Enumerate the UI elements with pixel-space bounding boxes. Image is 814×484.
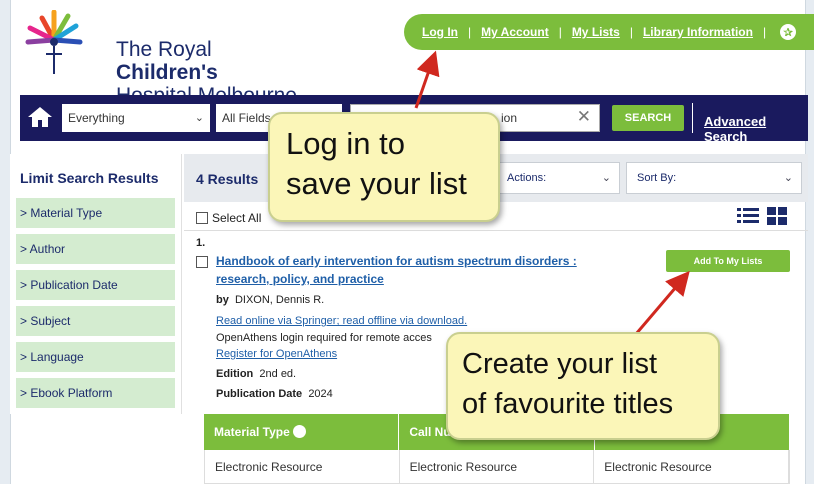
limit-search-sidebar: Limit Search Results > Material Type > A… <box>10 154 182 414</box>
publication-date-line: Publication Date 2024 <box>216 388 333 400</box>
advanced-search-link[interactable]: Advanced Search <box>704 114 808 144</box>
column-header-label: Material Type <box>214 425 290 439</box>
chevron-down-icon: ⌄ <box>194 112 204 124</box>
add-to-my-lists-button[interactable]: Add To My Lists <box>666 250 790 272</box>
chevron-down-icon: ⌄ <box>601 172 611 184</box>
actions-dropdown[interactable]: Actions: ⌄ <box>496 162 620 194</box>
search-scope-select[interactable]: Everything ⌄ <box>62 104 210 132</box>
sort-by-label: Sort By: <box>637 172 677 184</box>
create-list-callout: Create your list of favourite titles <box>446 332 720 440</box>
search-scope-value: Everything <box>68 111 125 125</box>
sort-by-dropdown[interactable]: Sort By: ⌄ <box>626 162 802 194</box>
results-count: 4 Results <box>196 171 259 187</box>
facet-language[interactable]: > Language <box>16 342 175 372</box>
clear-search-icon[interactable]: ✕ <box>577 107 591 127</box>
edition-label: Edition <box>216 368 254 380</box>
table-cell: Electronic Resource <box>400 450 595 483</box>
top-navigation: Log In | My Account | My Lists | Library… <box>404 14 814 50</box>
register-openathens-link[interactable]: Register for OpenAthens <box>216 348 337 360</box>
logo-tree-icon <box>25 9 83 74</box>
sidebar-title: Limit Search Results <box>20 170 159 186</box>
library-logo[interactable]: The Royal Children's Hospital Melbourne <box>24 9 314 107</box>
column-header[interactable]: Material Type <box>204 414 400 450</box>
author-value: DIXON, Dennis R. <box>234 294 325 306</box>
home-icon[interactable] <box>26 105 54 129</box>
facet-subject[interactable]: > Subject <box>16 306 175 336</box>
logo-line1-regular: The Royal <box>116 38 212 61</box>
select-all[interactable]: Select All <box>196 211 261 225</box>
chevron-down-icon: ⌄ <box>783 172 793 184</box>
edition-value: 2nd ed. <box>259 368 297 380</box>
table-row: Electronic Resource Electronic Resource … <box>204 450 790 484</box>
read-online-link[interactable]: Read online via Springer; read offline v… <box>216 315 467 327</box>
edition-line: Edition 2nd ed. <box>216 368 296 380</box>
nav-separator: | <box>558 25 562 39</box>
publication-date-label: Publication Date <box>216 388 303 400</box>
facet-publication-date[interactable]: > Publication Date <box>16 270 175 300</box>
divider <box>692 103 693 133</box>
result-title-link[interactable]: Handbook of early intervention for autis… <box>216 252 606 288</box>
facet-author[interactable]: > Author <box>16 234 175 264</box>
divider <box>184 230 808 231</box>
callout-line: Create your list <box>462 348 658 380</box>
nav-separator: | <box>629 25 633 39</box>
table-cell: Electronic Resource <box>594 450 789 483</box>
actions-label: Actions: <box>507 172 547 184</box>
sort-circle-icon[interactable] <box>293 425 307 438</box>
table-cell: Electronic Resource <box>205 450 400 483</box>
library-information-link[interactable]: Library Information <box>643 25 753 39</box>
callout-line: of favourite titles <box>462 388 674 420</box>
my-lists-link[interactable]: My Lists <box>572 25 620 39</box>
select-all-checkbox[interactable] <box>196 212 208 224</box>
list-view-icon[interactable] <box>737 207 759 225</box>
accessibility-icon[interactable]: ✰ <box>780 24 797 40</box>
nav-separator: | <box>762 25 767 39</box>
callout-line: Log in to <box>286 126 405 161</box>
view-toggle <box>737 207 787 225</box>
select-all-label: Select All <box>212 211 262 225</box>
author-label: by <box>216 294 229 306</box>
search-query-text: ion <box>501 111 518 125</box>
openathens-note: OpenAthens login required for remote acc… <box>216 332 432 344</box>
logo-line1-bold: Children's <box>116 61 218 84</box>
search-field-value: All Fields <box>222 111 271 125</box>
nav-separator: | <box>468 25 472 39</box>
my-account-link[interactable]: My Account <box>481 25 549 39</box>
author-line: by DIXON, Dennis R. <box>216 294 324 306</box>
result-number: 1. <box>196 237 206 249</box>
facet-ebook-platform[interactable]: > Ebook Platform <box>16 378 175 408</box>
search-button[interactable]: SEARCH <box>612 105 684 131</box>
callout-line: save your list <box>286 166 467 201</box>
result-checkbox[interactable] <box>196 256 208 268</box>
login-link[interactable]: Log In <box>422 25 458 39</box>
publication-date-value: 2024 <box>308 388 333 400</box>
login-callout: Log in to save your list <box>268 112 500 222</box>
grid-view-icon[interactable] <box>767 207 787 225</box>
facet-material-type[interactable]: > Material Type <box>16 198 175 228</box>
